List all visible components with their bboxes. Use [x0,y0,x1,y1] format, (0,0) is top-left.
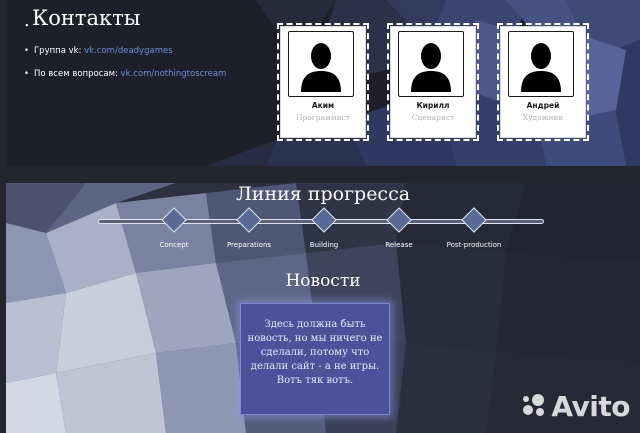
team-member-role: Сценарист [411,113,455,122]
team-card-andrey: Андрей Художник [497,23,589,141]
team-member-name: Кирилл [416,101,450,110]
contacts-title: Контакты [32,6,141,30]
vk-group-line: Группа vk: vk.com/deadygames [24,46,173,56]
contacts-section: . Контакты Группа vk: vk.com/deadygames … [6,0,640,166]
avatar [398,31,464,97]
title-bullet: . [24,10,30,31]
news-title: Новости [285,271,361,291]
team-card-kirill: Кирилл Сценарист [387,23,479,141]
progress-news-section: Линия прогресса Concept Preparations Bui… [6,183,640,433]
news-text: Здесь должна быть новость, но мы ничего … [247,319,383,386]
milestone-label: Post-production [446,241,502,249]
person-silhouette-icon [411,43,451,92]
team-member-name: Аким [311,101,335,110]
watermark: Avito [521,389,630,423]
questions-line: По всем вопросам: vk.com/nothingtoscream [24,69,227,79]
questions-link[interactable]: vk.com/nothingtoscream [121,69,227,79]
team-card-akim: Аким Программист [277,23,369,141]
questions-label: По всем вопросам: [34,69,118,79]
progress-title: Линия прогресса [235,183,411,205]
person-silhouette-icon [521,43,561,92]
team-member-name: Андрей [526,101,560,110]
person-silhouette-icon [301,43,341,92]
avatar [508,31,574,97]
team-member-role: Программист [295,113,351,122]
team-member-role: Художник [522,113,564,122]
vk-group-link[interactable]: vk.com/deadygames [84,46,172,56]
watermark-text: Avito [551,389,630,423]
avito-logo-icon [523,394,545,416]
vk-group-label: Группа vk: [34,46,82,56]
avatar [288,31,354,97]
news-card: Здесь должна быть новость, но мы ничего … [240,303,390,415]
